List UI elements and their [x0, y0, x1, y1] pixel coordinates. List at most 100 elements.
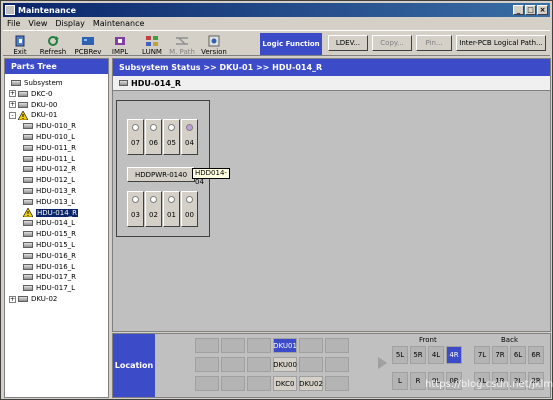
front-5l[interactable]: 5L [392, 346, 408, 364]
collapse-icon[interactable]: - [9, 111, 16, 119]
expand-icon[interactable]: + [9, 101, 16, 109]
drive-icon [18, 90, 28, 97]
drive-icon [23, 198, 33, 205]
back-6l[interactable]: 6L [510, 346, 526, 364]
location-cell[interactable] [325, 376, 349, 391]
location-cell[interactable] [325, 338, 349, 353]
location-dku02[interactable]: DKU02 [299, 376, 323, 391]
back-7l[interactable]: 7L [474, 346, 490, 364]
front-label: Front [419, 336, 437, 344]
inter-pcb-path-button[interactable]: Inter-PCB Logical Path... [456, 35, 546, 51]
tree-item-label: HDU-011_L [36, 154, 76, 163]
tree-item[interactable]: HDU-015_R [23, 229, 76, 239]
menu-view[interactable]: View [24, 19, 51, 28]
parts-tree-title: Parts Tree [5, 59, 108, 74]
pcbrev-button[interactable]: PCBRev [73, 32, 103, 56]
tree-item[interactable]: HDU-014_L [23, 218, 75, 228]
expand-icon[interactable]: + [9, 90, 16, 98]
tree-item[interactable]: HDU-012_L [23, 175, 75, 185]
hddpwr-button[interactable]: HDDPWR-0140 [127, 167, 195, 182]
minimize-icon[interactable]: _ [513, 5, 524, 15]
slot-number: 07 [131, 139, 140, 147]
maximize-icon[interactable]: □ [525, 5, 536, 15]
status-led [186, 124, 193, 131]
hdd-slot-06[interactable]: 06 [145, 119, 162, 155]
tree-item[interactable]: HDU-016_L [23, 262, 75, 272]
tree-item[interactable]: HDU-010_R [23, 121, 76, 131]
front-bottom-cell[interactable]: L [392, 372, 408, 390]
expand-icon[interactable]: + [9, 295, 16, 303]
location-cell[interactable] [247, 338, 271, 353]
location-cell[interactable] [299, 338, 323, 353]
drive-icon [23, 285, 33, 292]
location-cell[interactable] [247, 376, 271, 391]
hdd-slot-01[interactable]: 01 [163, 191, 180, 227]
drive-icon [23, 155, 33, 162]
lunm-button[interactable]: LUNM [139, 32, 165, 56]
tree-item[interactable]: HDU-013_R [23, 186, 76, 196]
location-cell[interactable] [221, 376, 245, 391]
tree-item[interactable]: + DKU-02 [9, 294, 57, 304]
tree-item-label: HDU-013_R [36, 187, 77, 195]
tree-item[interactable]: + DKC-0 [9, 89, 52, 99]
tree-item[interactable]: + DKU-00 [9, 100, 57, 110]
tree-item[interactable]: Subsystem [11, 78, 63, 88]
copy-button[interactable]: Copy... [372, 35, 412, 51]
hdd-slot-05[interactable]: 05 [163, 119, 180, 155]
location-cell[interactable] [195, 357, 219, 372]
tree-item[interactable]: HDU-016_R [23, 251, 76, 261]
hdd-slot-02[interactable]: 02 [145, 191, 162, 227]
hdd-slot-00[interactable]: 00 [181, 191, 198, 227]
window-title: Maintenance [18, 5, 77, 15]
tree-item[interactable]: HDU-017_L [23, 283, 75, 293]
back-7r[interactable]: 7R [492, 346, 508, 364]
tree-item[interactable]: HDU-012_R [23, 164, 76, 174]
maintenance-window: Maintenance _ □ × File View Display Main… [0, 0, 553, 400]
close-icon[interactable]: × [537, 5, 548, 15]
hdd-slot-04[interactable]: 04 [181, 119, 198, 155]
impl-button[interactable]: IMPL [109, 32, 131, 56]
tree-item[interactable]: HDU-014_R [23, 208, 79, 218]
tree-item[interactable]: HDU-011_L [23, 154, 75, 164]
tree-item[interactable]: HDU-011_R [23, 143, 76, 153]
front-4r[interactable]: 4R [446, 346, 462, 364]
location-cell[interactable] [195, 376, 219, 391]
status-led [186, 196, 193, 203]
location-cell[interactable] [299, 357, 323, 372]
location-dku01[interactable]: DKU01 [273, 338, 297, 353]
location-cell[interactable] [247, 357, 271, 372]
front-4l[interactable]: 4L [428, 346, 444, 364]
parts-tree[interactable]: Subsystem + DKC-0 + DKU-00 - DKU-01 HDU-010_R HD… [5, 74, 108, 396]
back-label: Back [501, 336, 518, 344]
front-5r[interactable]: 5R [410, 346, 426, 364]
pin-button[interactable]: Pin... [416, 35, 452, 51]
ldev-button[interactable]: LDEV... [328, 35, 368, 51]
tree-item[interactable]: - DKU-01 [9, 110, 57, 120]
drive-icon [23, 166, 33, 173]
drive-icon [23, 123, 33, 130]
tree-item[interactable]: HDU-017_R [23, 272, 76, 282]
menu-display[interactable]: Display [51, 19, 89, 28]
location-dku00[interactable]: DKU00 [273, 357, 297, 372]
mpath-button[interactable]: M. Path [168, 32, 196, 56]
menu-maintenance[interactable]: Maintenance [89, 19, 149, 28]
front-bottom-cell[interactable]: R [410, 372, 426, 390]
back-6r[interactable]: 6R [528, 346, 544, 364]
location-dkc0[interactable]: DKC0 [273, 376, 297, 391]
refresh-button[interactable]: Refresh [38, 32, 68, 56]
location-cell[interactable] [221, 338, 245, 353]
hdd-slot-03[interactable]: 03 [127, 191, 144, 227]
hdd-slot-07[interactable]: 07 [127, 119, 144, 155]
location-cell[interactable] [325, 357, 349, 372]
tree-item[interactable]: HDU-015_L [23, 240, 75, 250]
location-cell[interactable] [195, 338, 219, 353]
tree-item[interactable]: HDU-013_L [23, 197, 75, 207]
menu-file[interactable]: File [3, 19, 24, 28]
location-cell[interactable] [221, 357, 245, 372]
exit-button[interactable]: Exit [9, 32, 31, 56]
version-button[interactable]: Version [200, 32, 228, 56]
tree-item[interactable]: HDU-010_L [23, 132, 75, 142]
title-bar[interactable]: Maintenance _ □ × [3, 3, 550, 17]
tree-item-label: HDU-013_L [36, 197, 76, 206]
slot-number: 06 [149, 139, 158, 147]
